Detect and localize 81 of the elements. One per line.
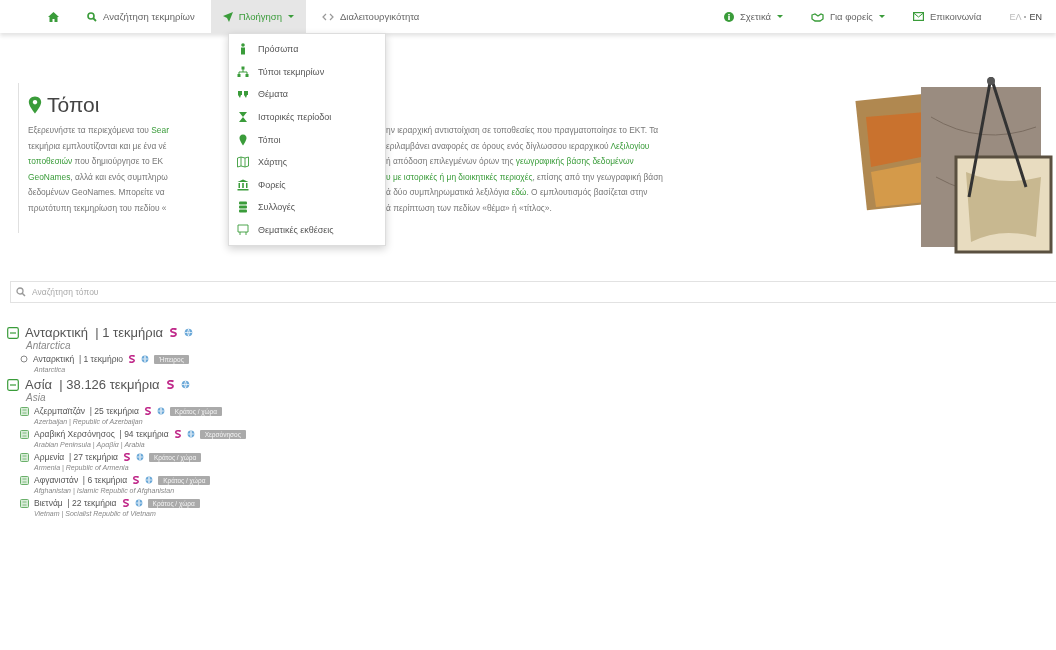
sitemap-icon xyxy=(237,65,249,78)
map-icon xyxy=(237,156,249,169)
vocabulary-icon[interactable] xyxy=(143,407,152,415)
frame-icon xyxy=(237,224,249,237)
globe-icon[interactable] xyxy=(186,430,195,438)
vocabulary-icon[interactable] xyxy=(132,476,141,484)
hourglass-icon xyxy=(237,111,249,124)
paper-plane-icon xyxy=(222,11,233,22)
collapse-icon[interactable] xyxy=(7,326,19,339)
nav-menu[interactable]: Σχετικά xyxy=(711,0,796,33)
place-alt-names: Antarctica xyxy=(24,340,72,351)
text-link[interactable]: Sear xyxy=(151,125,169,135)
place-name[interactable]: Αραβική Χερσόνησος | 94 τεκμήρια xyxy=(34,429,169,439)
menu-item[interactable]: Φορείς xyxy=(229,173,385,197)
intro-text: Εξερευνήστε τα περιεχόμενα του Sear xyxy=(28,124,170,137)
database-icon xyxy=(237,201,249,214)
map-pin-icon xyxy=(237,133,249,146)
intro-text: δεδομένων GeoNames. Μπορείτε να xyxy=(28,186,166,199)
nav-tab[interactable]: Αναζήτηση τεκμηρίων xyxy=(75,0,207,33)
search-field[interactable]: Αναζήτηση τόπου xyxy=(10,281,1056,303)
intro-text: υ με ιστορικές ή μη διοικητικές περιοχές, επίσης από την γεωγραφική βάση xyxy=(386,170,663,184)
envelope-icon xyxy=(912,12,924,21)
vocabulary-icon[interactable] xyxy=(128,355,137,363)
vocabulary-icon[interactable] xyxy=(169,328,179,337)
globe-icon[interactable] xyxy=(145,476,154,484)
text-link[interactable]: τοποθεσιών xyxy=(28,156,73,166)
place-name[interactable]: Βιετνάμ | 22 τεκμήρια xyxy=(34,498,117,508)
collapse-icon[interactable] xyxy=(7,378,19,391)
menu-item[interactable]: Ιστορικές περίοδοι xyxy=(229,105,385,129)
nav-menu[interactable]: Επικοινωνία xyxy=(900,0,994,33)
code-icon xyxy=(321,11,334,22)
info-icon xyxy=(723,11,734,22)
globe-icon[interactable] xyxy=(156,407,165,415)
place-name[interactable]: Ασία | 38.126 τεκμήρια xyxy=(25,377,160,392)
intro-text: ά δύο συμπληρωματικά λεξιλόγια εδώ. Ο εμπλουτισμός βασίζεται στην xyxy=(386,186,649,199)
language-link[interactable]: EN xyxy=(1029,11,1042,22)
globe-icon[interactable] xyxy=(134,499,143,507)
bank-icon xyxy=(237,178,249,191)
globe-icon[interactable] xyxy=(136,453,144,461)
menu-item[interactable]: Θεματικές εκθέσεις xyxy=(229,218,385,242)
expand-icon[interactable] xyxy=(20,475,29,485)
vocabulary-icon[interactable] xyxy=(173,430,182,438)
intro-text: τεκμήρια εμπλουτίζονται και με ένα νέ xyxy=(28,139,168,153)
vocabulary-icon[interactable] xyxy=(123,453,131,461)
place-name[interactable]: Αφγανιστάν | 6 τεκμήρια xyxy=(34,475,128,485)
nav-tab[interactable]: Διαλειτουργικότητα xyxy=(309,0,432,33)
nav-menu[interactable]: Για φορείς xyxy=(799,0,897,33)
text-link[interactable]: Λεξιλογίου xyxy=(610,140,650,151)
expand-icon[interactable] xyxy=(20,406,29,416)
globe-icon[interactable] xyxy=(180,380,190,389)
intro-text: τοποθεσιών που δημιούργησε το ΕΚ xyxy=(28,155,165,168)
place-alt-names: Asia xyxy=(24,392,47,403)
expand-icon[interactable] xyxy=(20,452,29,462)
menu-item[interactable]: Τόποι xyxy=(229,128,385,151)
place-name[interactable]: Αζερμπαϊτζάν | 25 τεκμήρια xyxy=(34,406,139,416)
map-pin-icon xyxy=(28,96,42,114)
text-link[interactable]: γεωγραφικής βάσης δεδομένων xyxy=(515,156,634,166)
leaf-node-icon xyxy=(20,355,28,363)
intro-text: πρωτότυπη τεκμηρίωση του πεδίου « xyxy=(28,201,168,215)
menu-item[interactable]: Συλλογές xyxy=(229,196,385,219)
place-name[interactable]: Ανταρκτική | 1 τεκμήριο xyxy=(33,354,124,364)
search-icon xyxy=(16,287,26,297)
menu-item[interactable]: Πρόσωπα xyxy=(229,38,385,61)
intro-text: ή απόδοση επιλεγμένων όρων της γεωγραφικής βάσης δεδομένων xyxy=(386,155,635,168)
menu-item[interactable]: Τύποι τεκμηρίων xyxy=(229,60,385,84)
intro-text: ά περίπτωση των πεδίων «θέμα» ή «τίτλος». xyxy=(386,201,553,215)
vocabulary-icon[interactable] xyxy=(121,499,130,507)
expand-icon[interactable] xyxy=(20,498,29,508)
search-icon xyxy=(87,11,97,22)
vocabulary-icon[interactable] xyxy=(165,380,175,389)
expand-icon[interactable] xyxy=(20,429,29,439)
menu-item[interactable]: Χάρτης xyxy=(229,150,385,174)
globe-icon[interactable] xyxy=(141,355,150,363)
intro-text: GeoNames, αλλά και ενός συμπληρω xyxy=(28,170,169,184)
page-title: Τόποι xyxy=(28,93,100,117)
intro-text: ην ιεραρχική αντιστοίχιση σε τοποθεσίες που πραγματοποίησε το ΕΚΤ. Τα xyxy=(386,124,660,137)
intro-text: εριλαμβάνει αναφορές σε όρους ενός δίγλωσσου ιεραρχικού Λεξιλογίου xyxy=(386,139,651,153)
place-name[interactable]: Αρμενία | 27 τεκμήρια xyxy=(34,452,118,462)
menu-item[interactable]: Θέματα xyxy=(229,83,385,106)
place-name[interactable]: Ανταρκτική | 1 τεκμήρια xyxy=(25,325,164,340)
globe-icon[interactable] xyxy=(184,328,194,337)
